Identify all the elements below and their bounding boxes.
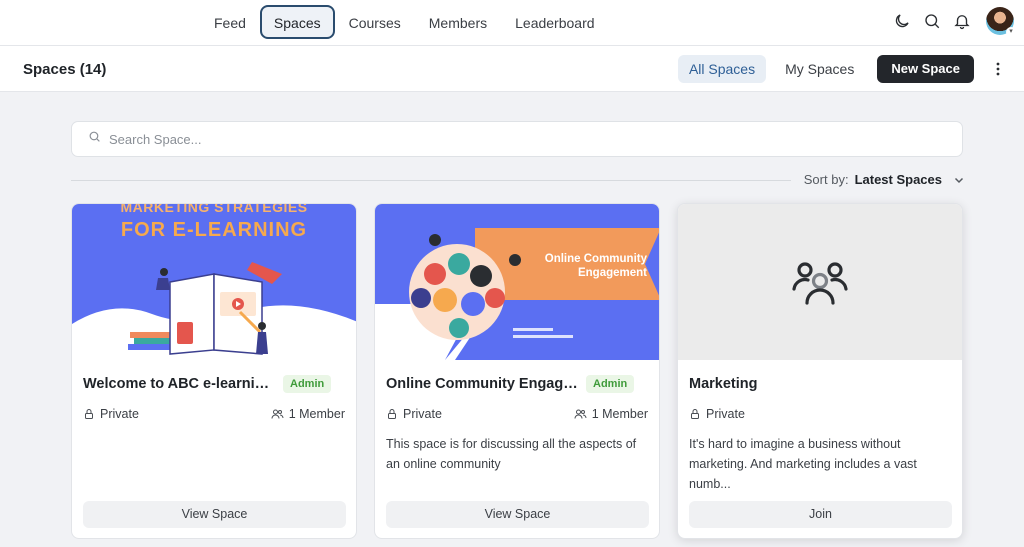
group-icon <box>792 262 848 305</box>
space-title[interactable]: Welcome to ABC e-learnin... <box>83 376 275 392</box>
lock-icon <box>85 409 93 419</box>
search-icon <box>88 130 101 148</box>
space-cover-placeholder <box>678 204 962 360</box>
nav-members[interactable]: Members <box>415 5 501 39</box>
nav-spaces[interactable]: Spaces <box>259 5 335 39</box>
spaces-header: Spaces (14) All Spaces My Spaces New Spa… <box>0 46 1024 92</box>
bell-icon[interactable] <box>952 11 972 31</box>
new-space-button[interactable]: New Space <box>877 55 974 83</box>
privacy-status: Private <box>386 407 442 421</box>
member-count-label: 1 Member <box>591 407 648 421</box>
avatar[interactable]: ▾ <box>986 7 1016 37</box>
space-card[interactable]: Online Community Engagement Online Commu… <box>374 203 660 539</box>
kebab-icon[interactable] <box>988 55 1008 83</box>
chevron-down-icon <box>954 177 964 183</box>
space-card-body: Marketing Private It's hard to imagine a… <box>678 360 962 538</box>
sort-dropdown[interactable]: Latest Spaces <box>855 172 964 187</box>
space-card[interactable]: Marketing Private It's hard to imagine a… <box>677 203 963 539</box>
lock-icon <box>388 409 396 419</box>
member-count-label: 1 Member <box>288 407 345 421</box>
privacy-label: Private <box>706 407 745 421</box>
space-title[interactable]: Marketing <box>689 376 758 392</box>
page-title: Spaces (14) <box>23 61 107 78</box>
space-card-body: Welcome to ABC e-learnin... Admin Privat… <box>72 360 356 538</box>
privacy-label: Private <box>403 407 442 421</box>
view-space-button[interactable]: View Space <box>386 501 649 528</box>
member-count: 1 Member <box>271 407 345 421</box>
view-space-button[interactable]: View Space <box>83 501 346 528</box>
search-icon[interactable] <box>922 11 942 31</box>
space-description: It's hard to imagine a business without … <box>689 437 917 491</box>
privacy-status: Private <box>689 407 745 421</box>
privacy-status: Private <box>83 407 139 421</box>
space-cover-image: MARKETING STRATEGIES FOR E-LEARNING <box>72 204 356 360</box>
nav-leaderboard[interactable]: Leaderboard <box>501 5 608 39</box>
space-title[interactable]: Online Community Engagem... <box>386 376 578 392</box>
search-input[interactable] <box>109 131 889 147</box>
all-spaces-tab[interactable]: All Spaces <box>677 55 767 83</box>
members-icon <box>574 409 587 419</box>
sort-divider <box>71 180 791 181</box>
join-button[interactable]: Join <box>689 501 952 528</box>
header-actions: All Spaces My Spaces New Space <box>677 55 1008 83</box>
cover-heading: Online Community Engagement <box>544 253 647 279</box>
search-box <box>71 121 963 157</box>
admin-badge: Admin <box>283 375 332 393</box>
sort-label: Sort by: <box>803 172 849 187</box>
space-description: This space is for discussing all the asp… <box>386 437 637 471</box>
lock-icon <box>691 409 699 419</box>
privacy-label: Private <box>100 407 139 421</box>
nav-feed[interactable]: Feed <box>200 5 260 39</box>
chevron-down-icon: ▾ <box>1006 27 1016 37</box>
space-card[interactable]: MARKETING STRATEGIES FOR E-LEARNING Welc… <box>71 203 357 539</box>
community-illustration <box>375 204 659 360</box>
admin-badge: Admin <box>586 375 635 393</box>
members-icon <box>271 409 284 419</box>
top-navigation: Feed Spaces Courses Members Leaderboard … <box>0 0 1024 46</box>
member-count: 1 Member <box>574 407 648 421</box>
my-spaces-tab[interactable]: My Spaces <box>774 55 865 83</box>
sort-control: Sort by: Latest Spaces <box>804 172 964 187</box>
sort-value: Latest Spaces <box>854 172 942 187</box>
moon-icon[interactable] <box>892 11 912 31</box>
space-card-body: Online Community Engagem... Admin Privat… <box>375 360 659 538</box>
main-nav-links: Feed Spaces Courses Members Leaderboard <box>200 5 609 39</box>
space-cover-image: Online Community Engagement <box>375 204 659 360</box>
nav-actions: ▾ <box>892 7 1016 37</box>
elearning-illustration <box>72 262 356 360</box>
nav-courses[interactable]: Courses <box>335 5 415 39</box>
